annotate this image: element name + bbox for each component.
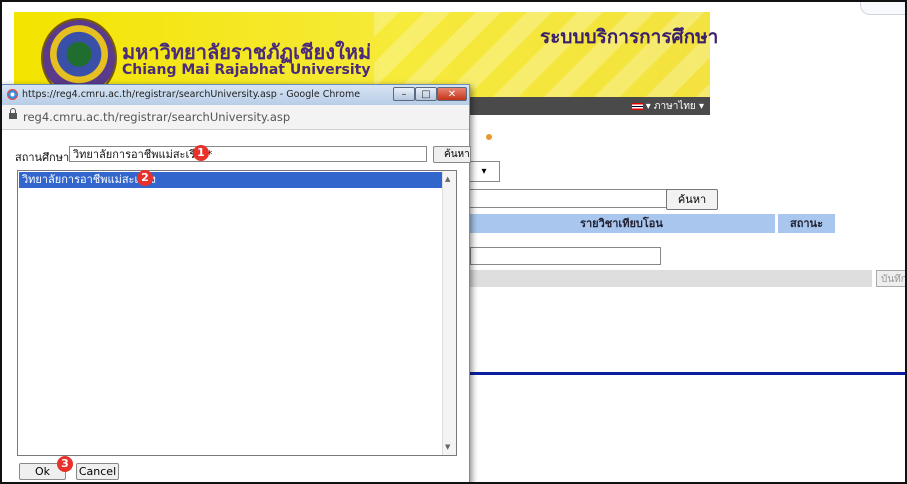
step-badge-2: 2 [137, 170, 153, 186]
scroll-up-arrow-icon[interactable]: ▲ [445, 174, 450, 184]
language-menu-label: ▾ ภาษาไทย ▾ [645, 101, 704, 112]
page-text-input[interactable] [470, 247, 661, 265]
save-button[interactable]: บันทึก [876, 270, 907, 287]
maximize-button[interactable]: □ [415, 87, 437, 101]
popup-address-bar: reg4.cmru.ac.th/registrar/searchUniversi… [1, 105, 469, 130]
program-select[interactable]: ▾ [468, 189, 692, 208]
step-badge-1: 1 [193, 145, 209, 161]
lock-icon [9, 108, 17, 120]
list-scrollbar[interactable]: ▲ ▼ [442, 171, 456, 455]
search-university-popup: https://reg4.cmru.ac.th/registrar/search… [0, 84, 471, 484]
school-label: สถานศึกษา [15, 151, 70, 164]
step-badge-3: 3 [57, 456, 73, 472]
system-title: ระบบบริการการศึกษา [540, 26, 719, 48]
chrome-icon [7, 89, 18, 100]
popup-search-button[interactable]: ค้นหา [433, 146, 471, 163]
minimize-button[interactable]: – [393, 87, 415, 101]
school-results-list[interactable]: วิทยาลัยการอาชีพแม่สะเรียง ▲ ▼ [17, 170, 457, 456]
scroll-down-arrow-icon[interactable]: ▼ [445, 442, 450, 452]
list-item[interactable]: วิทยาลัยการอาชีพแม่สะเรียง [19, 172, 443, 188]
university-name-english: Chiang Mai Rajabhat University [122, 62, 371, 78]
close-button[interactable]: ✕ [437, 87, 467, 101]
page-search-button[interactable]: ค้นหา [666, 189, 718, 210]
top-navbar: ▾ ภาษาไทย ▾ [466, 97, 710, 115]
page-toolbar-bar [468, 270, 872, 287]
browser-tab-edge [860, 0, 907, 15]
school-search-input[interactable]: วิทยาลัยการอาชีพแม่สะเรียง* [69, 146, 427, 162]
column-header-status: สถานะ [778, 214, 835, 233]
section-divider [466, 372, 907, 375]
language-menu[interactable]: ▾ ภาษาไทย ▾ [631, 99, 704, 114]
popup-titlebar[interactable]: https://reg4.cmru.ac.th/registrar/search… [1, 85, 469, 105]
popup-window-title: https://reg4.cmru.ac.th/registrar/search… [22, 89, 361, 100]
term-select[interactable]: ▾ [468, 161, 500, 182]
bullet-icon [486, 134, 492, 140]
thai-flag-icon [631, 102, 643, 110]
popup-url: reg4.cmru.ac.th/registrar/searchUniversi… [23, 110, 291, 124]
cancel-button[interactable]: Cancel [76, 463, 119, 480]
column-header-transfer-subject: รายวิชาเทียบโอน [468, 214, 775, 233]
